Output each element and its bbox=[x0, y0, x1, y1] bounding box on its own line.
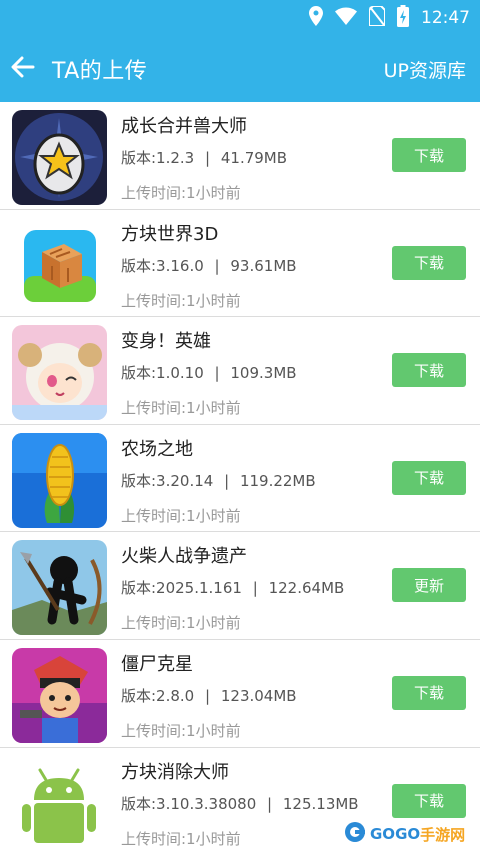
app-meta: 版本:1.0.10 | 109.3MB bbox=[121, 362, 297, 383]
app-meta: 版本:3.16.0 | 93.61MB bbox=[121, 255, 297, 276]
app-icon bbox=[12, 110, 107, 205]
download-button[interactable]: 下载 bbox=[392, 460, 466, 495]
app-name: 火柴人战争遗产 bbox=[121, 546, 247, 568]
app-icon bbox=[12, 647, 107, 743]
app-version: 版本:1.2.3 bbox=[121, 149, 195, 167]
watermark-text-2: 手游网 bbox=[420, 825, 466, 844]
separator: | bbox=[214, 256, 220, 275]
battery-charging-icon bbox=[397, 5, 409, 31]
upload-time: 上传时间:1小时前 bbox=[121, 721, 241, 740]
app-size: 122.64MB bbox=[268, 579, 345, 598]
separator: | bbox=[224, 471, 230, 490]
watermark-text: GOGO bbox=[370, 825, 421, 843]
upload-list: 成长合并兽大师 版本:1.2.3 | 41.79MB 上传时间:1小时前 下载 … bbox=[0, 102, 480, 854]
list-item[interactable]: 火柴人战争遗产 版本:2025.1.161 | 122.64MB 上传时间:1小… bbox=[0, 532, 480, 640]
arrow-left-icon bbox=[11, 56, 35, 82]
upload-time: 上传时间:1小时前 bbox=[121, 291, 241, 310]
app-size: 109.3MB bbox=[230, 364, 297, 383]
app-name: 变身！英雄 bbox=[121, 331, 211, 353]
download-button[interactable]: 下载 bbox=[392, 675, 466, 710]
app-icon bbox=[12, 432, 107, 528]
download-button[interactable]: 下载 bbox=[392, 138, 466, 172]
page-title: TA的上传 bbox=[52, 59, 148, 84]
app-version: 版本:1.0.10 bbox=[121, 364, 204, 383]
app-icon bbox=[12, 540, 107, 636]
top-bar: 12:47 TA的上传 UP资源库 bbox=[0, 0, 480, 102]
app-size: 93.61MB bbox=[230, 256, 297, 275]
upload-time: 上传时间:1小时前 bbox=[121, 614, 241, 633]
app-icon bbox=[12, 217, 107, 313]
upload-time: 上传时间:1小时前 bbox=[121, 184, 241, 202]
download-button[interactable]: 下载 bbox=[392, 353, 466, 388]
app-version: 版本:3.16.0 bbox=[121, 256, 204, 275]
gogo-logo-icon bbox=[344, 821, 366, 847]
app-meta: 版本:2025.1.161 | 122.64MB bbox=[121, 577, 344, 598]
download-button[interactable]: 下载 bbox=[392, 245, 466, 280]
list-item[interactable]: 僵尸克星 版本:2.8.0 | 123.04MB 上传时间:1小时前 下载 bbox=[0, 639, 480, 748]
separator: | bbox=[205, 149, 211, 167]
upload-time: 上传时间:1小时前 bbox=[121, 399, 241, 418]
app-meta: 版本:1.2.3 | 41.79MB bbox=[121, 147, 287, 168]
list-item[interactable]: 成长合并兽大师 版本:1.2.3 | 41.79MB 上传时间:1小时前 下载 bbox=[0, 102, 480, 210]
app-meta: 版本:3.20.14 | 119.22MB bbox=[121, 470, 316, 491]
app-icon bbox=[12, 325, 107, 421]
app-size: 41.79MB bbox=[220, 149, 288, 167]
separator: | bbox=[214, 364, 220, 383]
upload-time: 上传时间:1小时前 bbox=[121, 506, 241, 525]
app-name: 成长合并兽大师 bbox=[121, 116, 247, 137]
app-bar: TA的上传 UP资源库 bbox=[0, 36, 480, 100]
app-version: 版本:3.10.3.38080 bbox=[121, 794, 257, 813]
app-name: 农场之地 bbox=[121, 438, 193, 460]
separator: | bbox=[205, 686, 211, 705]
separator: | bbox=[267, 794, 273, 813]
watermark-logo: GOGO 手游网 bbox=[344, 818, 476, 850]
wifi-icon bbox=[335, 7, 357, 29]
app-size: 123.04MB bbox=[220, 686, 297, 705]
download-button[interactable]: 下载 bbox=[392, 783, 466, 818]
back-button[interactable] bbox=[8, 54, 38, 84]
app-version: 版本:2.8.0 bbox=[121, 686, 195, 705]
app-version: 版本:2025.1.161 bbox=[121, 579, 242, 598]
app-size: 125.13MB bbox=[282, 794, 359, 813]
app-meta: 版本:3.10.3.38080 | 125.13MB bbox=[121, 793, 359, 814]
list-item[interactable]: 方块世界3D 版本:3.16.0 | 93.61MB 上传时间:1小时前 下载 bbox=[0, 209, 480, 318]
status-bar: 12:47 bbox=[309, 4, 470, 32]
upload-time: 上传时间:1小时前 bbox=[121, 829, 241, 848]
location-icon bbox=[309, 6, 323, 30]
app-icon bbox=[12, 755, 107, 851]
no-sim-icon bbox=[368, 5, 386, 30]
list-item[interactable]: 农场之地 版本:3.20.14 | 119.22MB 上传时间:1小时前 下载 bbox=[0, 424, 480, 533]
status-time: 12:47 bbox=[421, 8, 470, 28]
update-button[interactable]: 更新 bbox=[392, 568, 466, 603]
app-size: 119.22MB bbox=[239, 471, 316, 490]
app-name: 僵尸克星 bbox=[121, 653, 193, 675]
app-version: 版本:3.20.14 bbox=[121, 471, 214, 490]
separator: | bbox=[252, 579, 258, 598]
app-name: 方块消除大师 bbox=[121, 761, 229, 783]
list-item[interactable]: 变身！英雄 版本:1.0.10 | 109.3MB 上传时间:1小时前 下载 bbox=[0, 317, 480, 425]
app-name: 方块世界3D bbox=[121, 223, 219, 245]
up-library-link[interactable]: UP资源库 bbox=[384, 56, 466, 83]
app-meta: 版本:2.8.0 | 123.04MB bbox=[121, 685, 297, 706]
